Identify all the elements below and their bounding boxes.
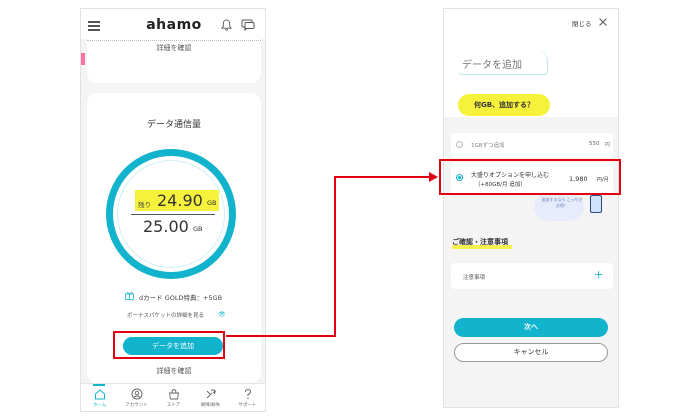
tab-label: 故障/紛失: [200, 403, 221, 408]
promo-text: 追加するなら こっちがお得！: [541, 197, 583, 208]
modal-header: 閉じる: [444, 9, 618, 35]
side-tab: [81, 53, 85, 65]
option-1gb-label: 1GBずつ追加: [471, 143, 505, 149]
notes-title: ご確認・注意事項: [452, 238, 508, 246]
total-value: 25.00: [143, 217, 189, 236]
eye-icon[interactable]: 👁: [218, 311, 226, 318]
store-icon: [168, 389, 179, 400]
previous-card: 詳細を確認: [87, 39, 261, 83]
repair-icon: [206, 389, 216, 399]
usage-title: データ通信量: [146, 120, 201, 130]
option-1gb[interactable]: 1GBずつ追加 550 円: [451, 133, 613, 157]
home-icon: [94, 389, 105, 400]
divider: [87, 40, 261, 41]
tab-label: サポート: [238, 403, 257, 408]
detail-link-bottom[interactable]: 詳細を確認: [87, 366, 261, 376]
support-icon: [244, 388, 251, 399]
tab-repair[interactable]: 故障/紛失: [192, 388, 229, 408]
bonus-packet-link[interactable]: ボーナスパケットの詳細を見る: [127, 311, 204, 319]
tab-store[interactable]: ストア: [155, 388, 192, 408]
option-1gb-price: 550: [589, 141, 600, 147]
remaining-unit: GB: [207, 199, 217, 207]
remaining-value: 24.90: [157, 191, 203, 210]
tab-home[interactable]: ホーム: [81, 388, 118, 408]
total-unit: GB: [193, 225, 203, 233]
modal-title: データを追加: [462, 60, 522, 71]
bell-icon[interactable]: [221, 19, 232, 31]
option-1gb-unit: 円: [605, 142, 611, 148]
tab-label: ホーム: [92, 403, 107, 408]
dcard-bonus-text: dカード GOLD特典：+5GB: [139, 294, 223, 302]
plus-icon[interactable]: +: [594, 268, 603, 281]
tab-label: ストア: [166, 403, 181, 408]
tab-label: アカウント: [125, 403, 148, 408]
notes-accordion[interactable]: 注意事項 +: [451, 263, 613, 289]
home-screen: ahamo 詳細を確認 データ通信量 残り 24.90 GB 25.00 GB: [80, 8, 266, 412]
detail-link[interactable]: 詳細を確認: [87, 43, 261, 53]
remaining-label: 残り: [138, 201, 151, 209]
gift-icon: [125, 292, 134, 300]
ring-divider: [131, 214, 215, 215]
app-header: ahamo: [81, 9, 265, 39]
annotation-highlight-large-option: [439, 159, 621, 195]
account-icon: [131, 388, 142, 400]
notes-label: 注意事項: [463, 275, 486, 281]
next-button[interactable]: 次へ: [454, 318, 608, 337]
active-tab-indicator: [93, 384, 105, 386]
add-data-modal: 閉じる データを追加 何GB、追加する？ 1GBずつ追加 550 円 大盛りオプ…: [443, 8, 619, 408]
ahamo-logo: ahamo: [146, 17, 202, 33]
close-label[interactable]: 閉じる: [572, 18, 592, 28]
phone-icon: [590, 195, 602, 213]
cancel-button[interactable]: キャンセル: [454, 343, 608, 362]
close-icon[interactable]: [599, 18, 607, 26]
annotation-highlight-add-button: [113, 331, 225, 359]
tab-account[interactable]: アカウント: [118, 388, 155, 408]
chat-icon[interactable]: [241, 19, 255, 31]
bubble-tail: [466, 110, 476, 116]
tab-support[interactable]: サポート: [229, 388, 265, 408]
radio-1gb[interactable]: [456, 141, 463, 148]
tab-bar: ホーム アカウント ストア 故障/紛失 サポート: [81, 383, 265, 411]
